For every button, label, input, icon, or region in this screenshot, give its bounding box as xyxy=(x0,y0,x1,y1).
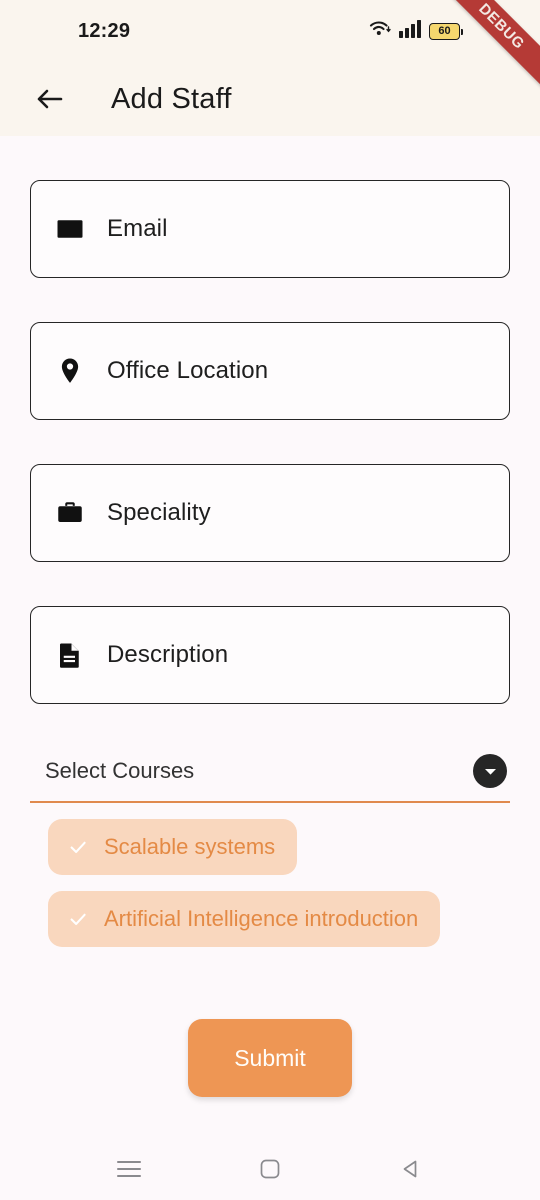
course-chip[interactable]: Artificial Intelligence introduction xyxy=(48,891,441,947)
description-field-label: Description xyxy=(107,641,229,668)
back-arrow-icon[interactable] xyxy=(28,77,72,121)
briefcase-icon xyxy=(53,496,87,530)
android-navigation-bar xyxy=(0,1138,540,1200)
cellular-signal-icon xyxy=(398,19,424,43)
email-field[interactable]: Email xyxy=(30,180,510,278)
chevron-down-icon[interactable] xyxy=(473,754,507,788)
office-location-field-label: Office Location xyxy=(107,357,269,384)
course-chip-label: Artificial Intelligence introduction xyxy=(104,906,419,931)
speciality-field-label: Speciality xyxy=(107,499,211,526)
home-icon[interactable] xyxy=(244,1143,296,1195)
status-icons: 60 xyxy=(369,19,463,44)
selected-courses-list: Scalable systems Artificial Intelligence… xyxy=(30,803,510,947)
status-bar: 12:29 60 xyxy=(0,0,540,62)
app-header: 12:29 60 DEBUG Add Staff xyxy=(0,0,540,136)
office-location-field[interactable]: Office Location xyxy=(30,322,510,420)
map-pin-icon xyxy=(53,354,87,388)
description-field[interactable]: Description xyxy=(30,606,510,704)
battery-indicator: 60 xyxy=(429,22,463,40)
recents-icon[interactable] xyxy=(103,1143,155,1195)
status-time: 12:29 xyxy=(78,19,131,42)
check-icon xyxy=(66,907,90,931)
speciality-field[interactable]: Speciality xyxy=(30,464,510,562)
wifi-icon xyxy=(369,19,393,44)
select-courses-label: Select Courses xyxy=(45,758,195,783)
email-field-label: Email xyxy=(107,215,168,242)
document-icon xyxy=(53,638,87,672)
envelope-icon xyxy=(53,212,87,246)
check-icon xyxy=(66,835,90,859)
nav-back-icon[interactable] xyxy=(385,1143,437,1195)
course-chip-label: Scalable systems xyxy=(104,834,276,859)
course-chip[interactable]: Scalable systems xyxy=(48,819,298,875)
form-content: Email Office Location Speciality Descrip… xyxy=(0,180,540,1097)
submit-button[interactable]: Submit xyxy=(188,1019,352,1097)
submit-button-container: Submit xyxy=(30,1019,510,1097)
appbar: Add Staff xyxy=(0,62,540,136)
page-title: Add Staff xyxy=(111,82,232,115)
select-courses-dropdown[interactable]: Select Courses xyxy=(30,754,510,803)
